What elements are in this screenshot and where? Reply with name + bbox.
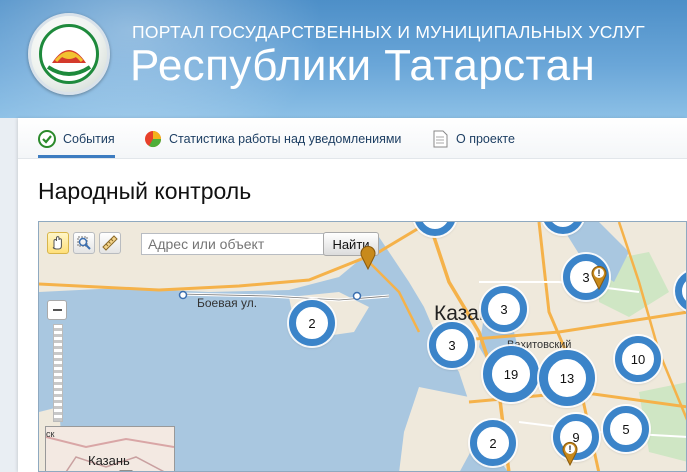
svg-text:!: ! <box>569 444 572 454</box>
nav-item-events[interactable]: События <box>38 128 115 158</box>
site-header: ПОРТАЛ ГОСУДАРСТВЕННЫХ И МУНИЦИПАЛЬНЫХ У… <box>0 0 687 118</box>
cluster-count: 5 <box>622 421 630 437</box>
cluster-marker[interactable]: 3 <box>429 322 475 368</box>
map-toolbar <box>47 232 121 254</box>
svg-text:!: ! <box>598 268 601 278</box>
cluster-marker[interactable]: 5 <box>603 406 649 452</box>
cluster-count: 2 <box>308 315 316 331</box>
document-icon <box>431 130 449 148</box>
nav-item-about[interactable]: О проекте <box>431 128 515 150</box>
cluster-marker[interactable]: 2 <box>470 420 516 466</box>
warning-pin-icon[interactable]: ! <box>590 264 608 290</box>
map-view[interactable]: Найти Боевая ул. Казань Вахитовский ск К… <box>38 221 687 472</box>
warning-pin-icon[interactable] <box>359 244 377 270</box>
overview-minimap[interactable]: ск Казань <box>45 426 175 471</box>
street-label: Боевая ул. <box>197 296 258 310</box>
hand-pan-icon[interactable] <box>47 232 69 254</box>
green-check-icon <box>38 130 56 148</box>
cluster-count: 3 <box>448 337 456 353</box>
nav-item-label: О проекте <box>456 132 515 146</box>
magnifier-zoom-icon[interactable] <box>73 232 95 254</box>
zoom-out-button[interactable] <box>47 300 67 320</box>
minimap-city-label: Казань <box>88 453 130 468</box>
warning-pin-icon[interactable]: ! <box>561 440 579 466</box>
nav-item-statistics[interactable]: Статистика работы над уведомлениями <box>144 128 401 150</box>
cluster-marker[interactable]: 3 <box>481 286 527 332</box>
cluster-count: 19 <box>503 366 519 382</box>
nav-item-label: События <box>63 132 115 146</box>
tatarstan-emblem-icon[interactable] <box>28 13 110 95</box>
cluster-count: 10 <box>630 351 646 367</box>
emblem-inner <box>39 24 99 84</box>
nav-item-label: Статистика работы над уведомлениями <box>169 132 402 146</box>
nav-bar: События Статистика работы над уведомлени… <box>18 118 687 159</box>
cluster-count: 2 <box>489 435 497 451</box>
portal-title: Республики Татарстан <box>130 41 596 90</box>
pie-chart-icon <box>144 130 162 148</box>
ruler-icon[interactable] <box>99 232 121 254</box>
cluster-marker[interactable]: 19 <box>483 346 539 402</box>
zoom-slider[interactable] <box>53 324 63 422</box>
portal-subtitle: ПОРТАЛ ГОСУДАРСТВЕННЫХ И МУНИЦИПАЛЬНЫХ У… <box>132 22 646 42</box>
cluster-marker[interactable]: 2 <box>289 300 335 346</box>
map-search-input[interactable] <box>141 233 325 255</box>
cluster-marker[interactable]: 13 <box>539 350 595 406</box>
emblem-graphic <box>46 32 92 76</box>
cluster-count: 3 <box>500 301 508 317</box>
cluster-count: 13 <box>559 370 575 386</box>
cluster-marker[interactable]: 10 <box>615 336 661 382</box>
cluster-count: 3 <box>582 269 590 285</box>
content-panel: События Статистика работы над уведомлени… <box>18 118 687 472</box>
page-title: Народный контроль <box>38 178 252 204</box>
minimap-small-label: ск <box>46 429 55 439</box>
zoom-control <box>47 300 69 422</box>
